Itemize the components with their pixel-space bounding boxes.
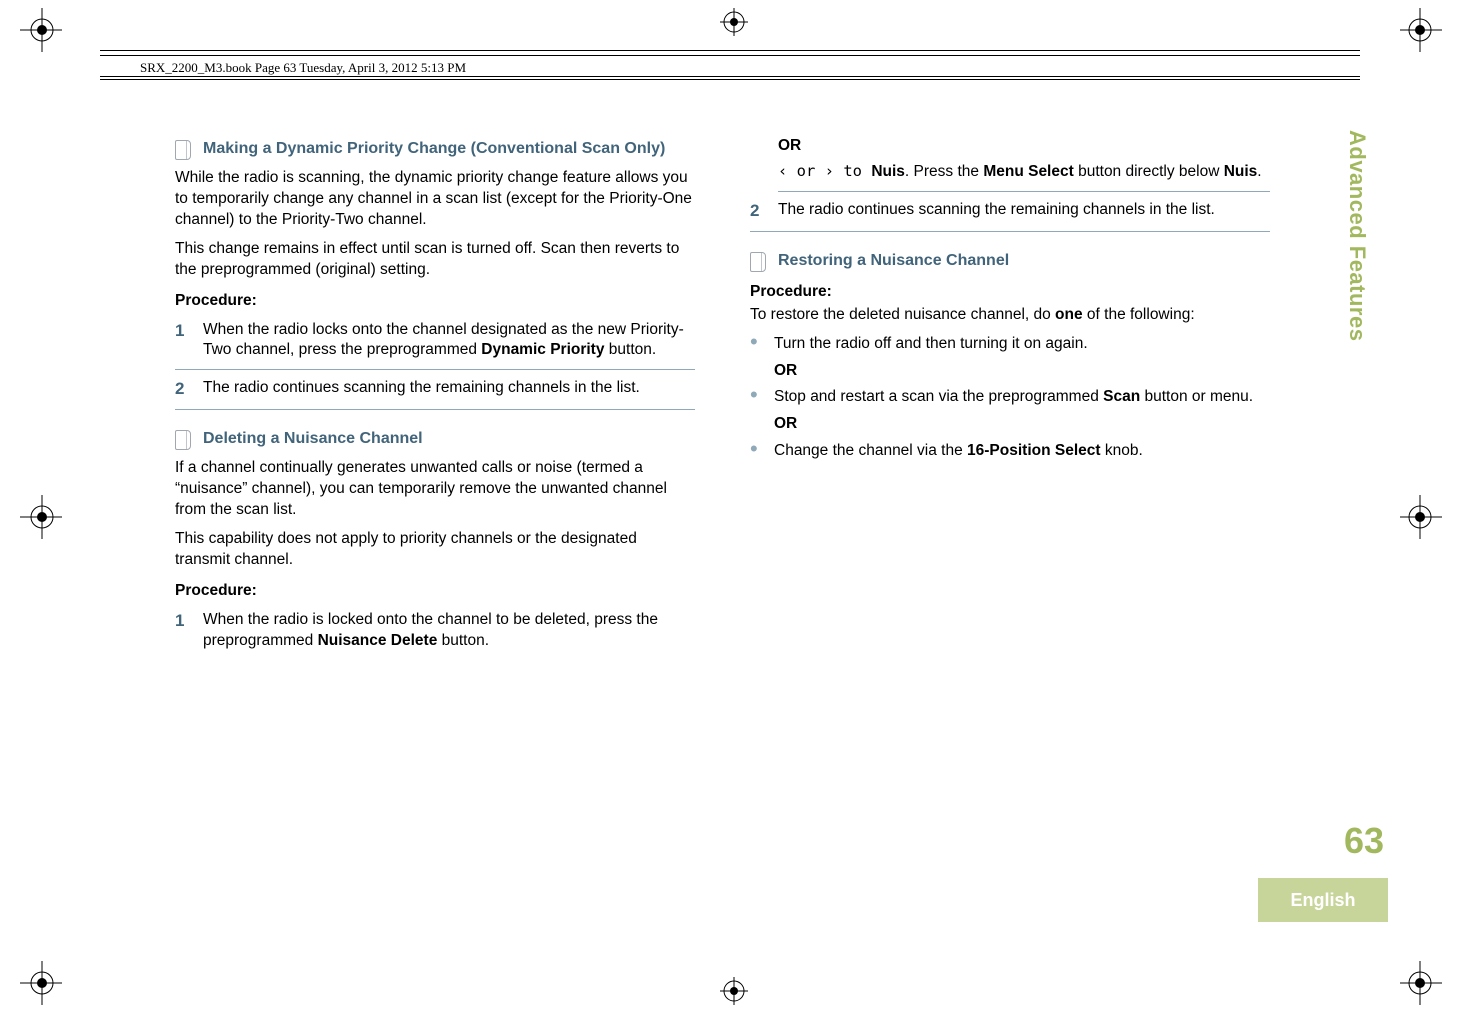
crop-mark-bottom-center bbox=[720, 977, 748, 1005]
section-heading: Making a Dynamic Priority Change (Conven… bbox=[175, 138, 695, 160]
book-icon bbox=[175, 140, 191, 160]
bullet-text: Change the channel via the 16-Position S… bbox=[774, 441, 1143, 462]
book-icon bbox=[750, 252, 766, 272]
paragraph: To restore the deleted nuisance channel,… bbox=[750, 305, 1270, 326]
bullet-item: • Stop and restart a scan via the prepro… bbox=[750, 387, 1270, 408]
bullet-item: • Change the channel via the 16-Position… bbox=[750, 441, 1270, 462]
bullet-icon: • bbox=[750, 387, 764, 408]
section-heading: Deleting a Nuisance Channel bbox=[175, 428, 695, 450]
step-2: 2 The radio continues scanning the remai… bbox=[750, 200, 1270, 232]
paragraph: This capability does not apply to priori… bbox=[175, 529, 695, 571]
crop-mark-top-center bbox=[720, 8, 748, 36]
procedure-label: Procedure: bbox=[175, 291, 695, 312]
or-label: OR bbox=[778, 136, 1270, 157]
bullet-text: Stop and restart a scan via the preprogr… bbox=[774, 387, 1253, 408]
paragraph: If a channel continually generates unwan… bbox=[175, 458, 695, 521]
or-label: OR bbox=[774, 361, 1270, 382]
step-text: When the radio locks onto the channel de… bbox=[203, 320, 695, 362]
section-heading: Restoring a Nuisance Channel bbox=[750, 250, 1270, 272]
side-tab: Advanced Features bbox=[1337, 130, 1377, 830]
step-continuation: ‹ or › to Nuis. Press the Menu Select bu… bbox=[778, 161, 1270, 192]
running-header: SRX_2200_M3.book Page 63 Tuesday, April … bbox=[140, 60, 466, 76]
heading-delete-nuisance: Deleting a Nuisance Channel bbox=[201, 428, 423, 450]
heading-restore-nuisance: Restoring a Nuisance Channel bbox=[776, 250, 1009, 272]
or-label: OR bbox=[774, 414, 1270, 435]
crop-mark-tl bbox=[18, 8, 62, 52]
bullet-icon: • bbox=[750, 334, 764, 355]
bullet-item: • Turn the radio off and then turning it… bbox=[750, 334, 1270, 355]
right-column: OR ‹ or › to Nuis. Press the Menu Select… bbox=[750, 130, 1270, 668]
step-number: 1 bbox=[175, 320, 191, 362]
step-text: The radio continues scanning the remaini… bbox=[203, 378, 640, 401]
language-badge: English bbox=[1258, 878, 1388, 922]
bullet-icon: • bbox=[750, 441, 764, 462]
crop-mark-right bbox=[1400, 495, 1444, 539]
page-body: Making a Dynamic Priority Change (Conven… bbox=[175, 130, 1275, 668]
crop-mark-bl bbox=[18, 961, 62, 1005]
paragraph: This change remains in effect until scan… bbox=[175, 239, 695, 281]
procedure-label: Procedure: bbox=[175, 581, 695, 602]
left-column: Making a Dynamic Priority Change (Conven… bbox=[175, 130, 695, 668]
page-number: 63 bbox=[1344, 820, 1384, 862]
crop-mark-br bbox=[1400, 961, 1444, 1005]
step-number: 2 bbox=[750, 200, 766, 223]
step-text: When the radio is locked onto the channe… bbox=[203, 610, 695, 652]
step-1: 1 When the radio locks onto the channel … bbox=[175, 320, 695, 371]
crop-mark-tr bbox=[1400, 8, 1444, 52]
book-icon bbox=[175, 430, 191, 450]
paragraph: While the radio is scanning, the dynamic… bbox=[175, 168, 695, 231]
step-1: 1 When the radio is locked onto the chan… bbox=[175, 610, 695, 660]
side-tab-label: Advanced Features bbox=[1344, 130, 1370, 341]
step-number: 1 bbox=[175, 610, 191, 652]
step-number: 2 bbox=[175, 378, 191, 401]
heading-dynamic-priority: Making a Dynamic Priority Change (Conven… bbox=[201, 138, 665, 160]
step-text: The radio continues scanning the remaini… bbox=[778, 200, 1215, 223]
procedure-label: Procedure: bbox=[750, 282, 1270, 303]
step-2: 2 The radio continues scanning the remai… bbox=[175, 378, 695, 410]
crop-mark-left bbox=[18, 495, 62, 539]
bullet-text: Turn the radio off and then turning it o… bbox=[774, 334, 1088, 355]
